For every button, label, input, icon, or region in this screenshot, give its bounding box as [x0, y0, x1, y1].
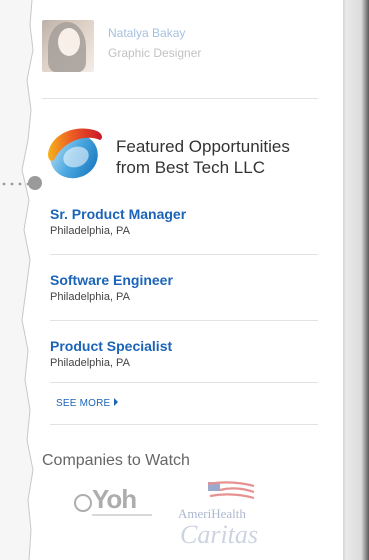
list-item[interactable]: Software Engineer Philadelphia, PA — [50, 272, 310, 304]
divider — [50, 382, 318, 383]
profile-card[interactable]: Natalya Bakay Graphic Designer — [42, 20, 312, 80]
divider — [42, 98, 318, 99]
featured-opportunities-heading: Featured Opportunities from Best Tech LL… — [116, 137, 290, 177]
best-tech-logo-icon — [48, 128, 102, 179]
companies-to-watch-heading: Companies to Watch — [42, 452, 190, 469]
flag-icon — [207, 481, 255, 500]
job-location: Philadelphia, PA — [50, 357, 130, 369]
divider — [50, 254, 318, 255]
list-item[interactable]: Product Specialist Philadelphia, PA — [50, 338, 310, 370]
job-location: Philadelphia, PA — [50, 225, 130, 237]
divider — [50, 424, 318, 425]
company-logo-yoh[interactable]: Yoh — [72, 484, 162, 516]
job-title-link[interactable]: Product Specialist — [50, 338, 310, 355]
see-more-link[interactable]: SEE MORE — [56, 398, 119, 409]
chevron-right-icon — [114, 398, 119, 406]
right-shaded-column — [343, 0, 369, 560]
profile-title: Graphic Designer — [108, 46, 202, 60]
list-item[interactable]: Sr. Product Manager Philadelphia, PA — [50, 206, 310, 238]
profile-name[interactable]: Natalya Bakay — [108, 26, 185, 40]
divider — [50, 320, 318, 321]
job-location: Philadelphia, PA — [50, 291, 130, 303]
job-title-link[interactable]: Sr. Product Manager — [50, 206, 310, 223]
connector-bullet — [28, 176, 42, 190]
job-title-link[interactable]: Software Engineer — [50, 272, 310, 289]
torn-paper-edge — [0, 0, 34, 560]
company-logo-amerihealth-caritas[interactable]: AmeriHealth Caritas — [178, 480, 298, 560]
avatar[interactable] — [42, 20, 94, 72]
sidebar-panel: Natalya Bakay Graphic Designer Featured … — [2, 0, 318, 560]
